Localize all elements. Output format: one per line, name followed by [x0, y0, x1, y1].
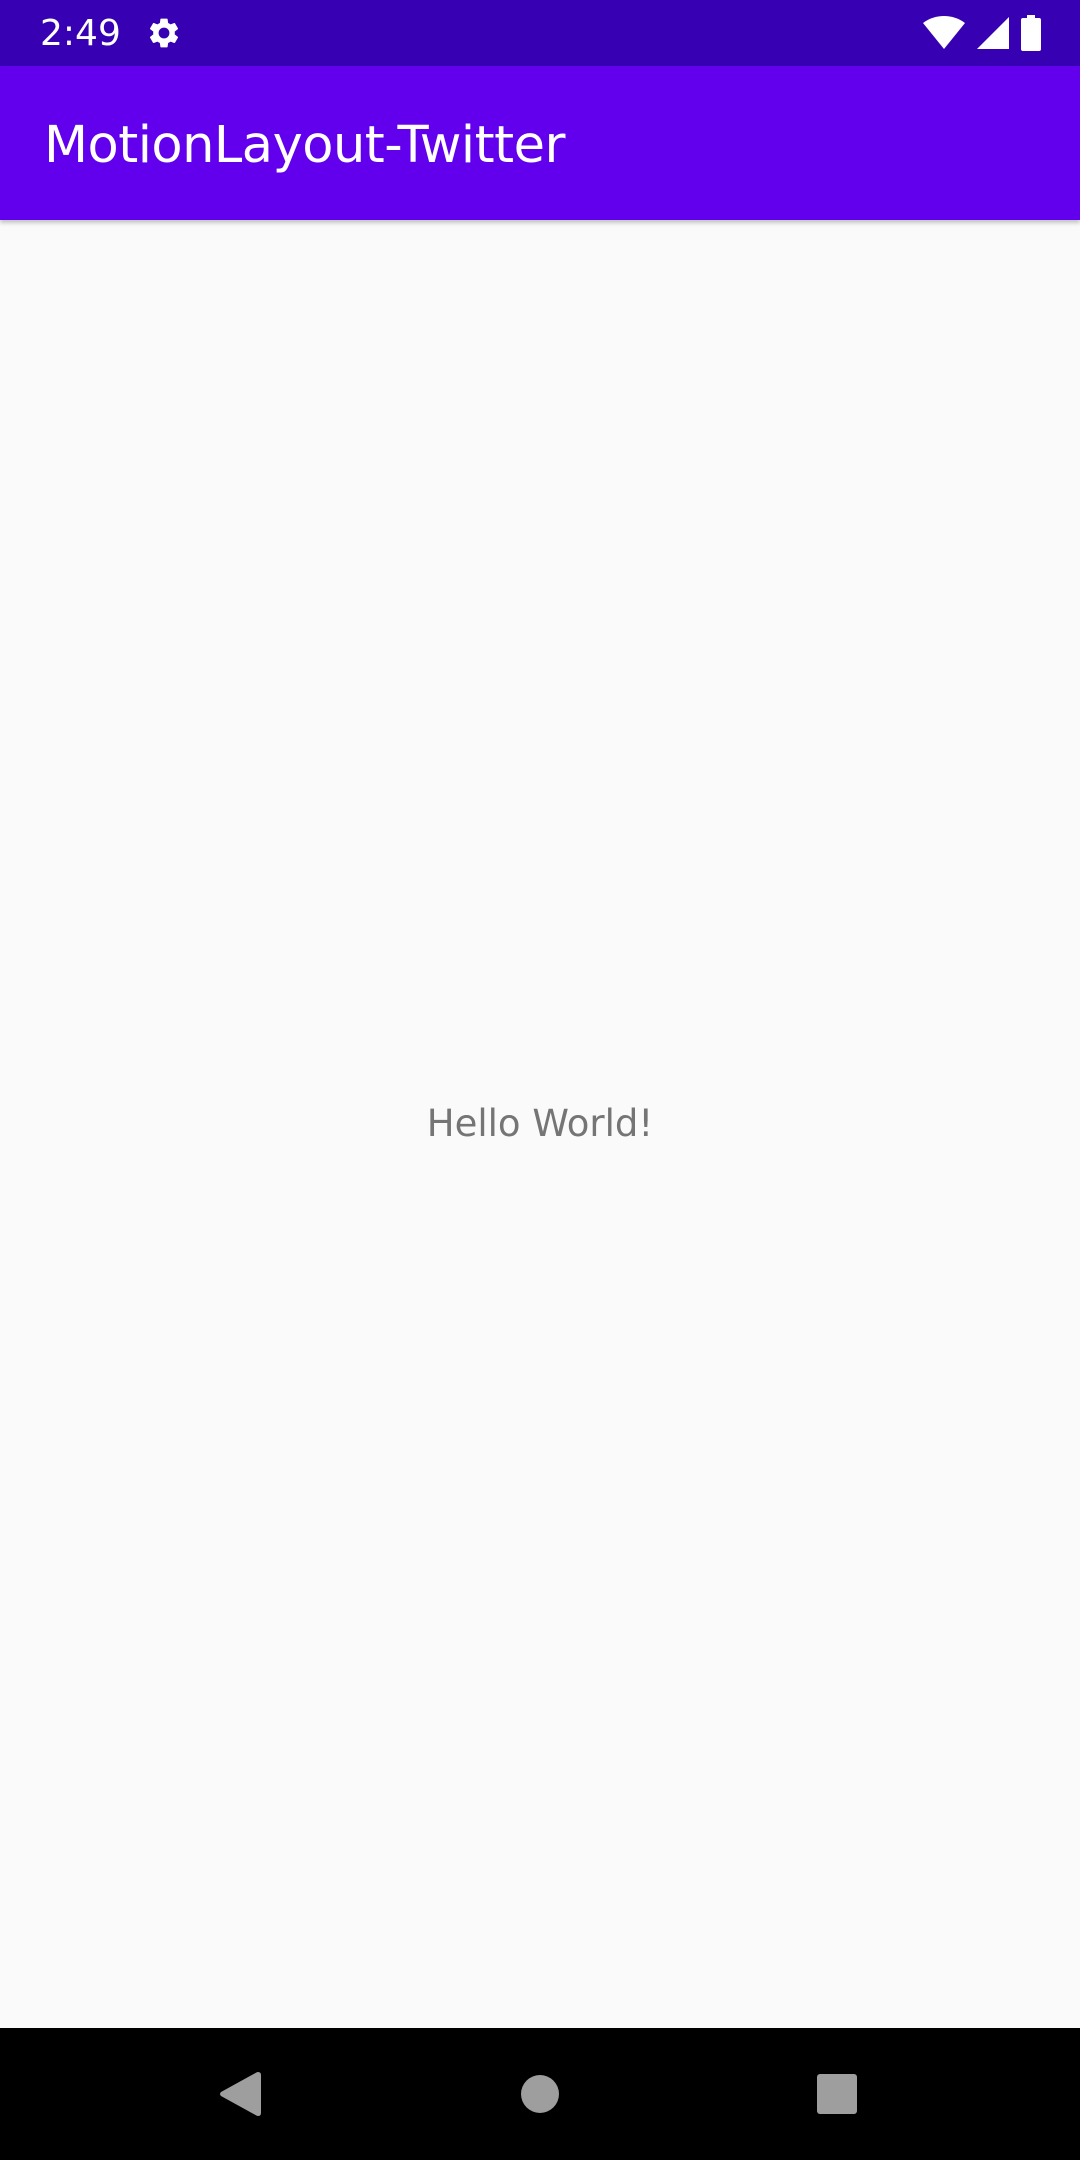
recents-icon	[817, 2074, 857, 2114]
home-icon	[521, 2075, 559, 2113]
settings-gear-icon	[146, 15, 182, 51]
back-button[interactable]	[174, 2028, 306, 2160]
status-bar: 2:49	[0, 0, 1080, 66]
navigation-bar	[0, 2028, 1080, 2160]
main-content: Hello World!	[0, 220, 1080, 2028]
back-icon	[220, 2072, 261, 2116]
wifi-icon	[923, 16, 965, 49]
home-button[interactable]	[474, 2028, 606, 2160]
battery-icon	[1021, 15, 1041, 51]
app-bar: MotionLayout-Twitter	[0, 66, 1080, 220]
app-title: MotionLayout-Twitter	[44, 116, 565, 175]
recents-button[interactable]	[771, 2028, 903, 2160]
hello-world-text: Hello World!	[426, 1102, 654, 1145]
cell-signal-icon	[977, 17, 1009, 49]
status-time: 2:49	[40, 13, 121, 54]
status-icons	[912, 15, 1042, 51]
